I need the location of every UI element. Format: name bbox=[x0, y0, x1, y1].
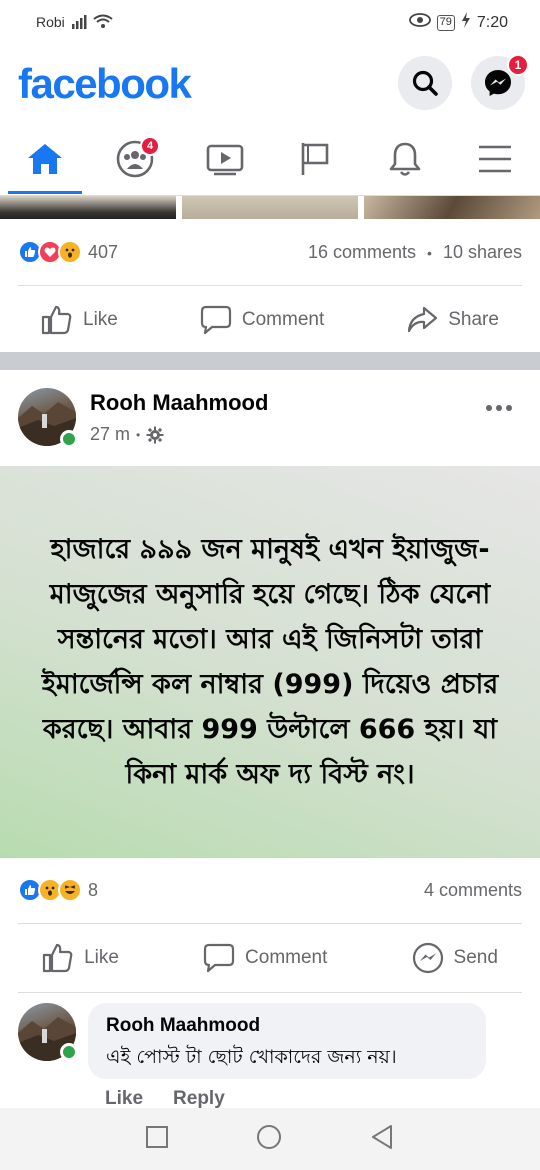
square-icon bbox=[146, 1125, 168, 1148]
search-icon bbox=[412, 70, 438, 96]
comment-text: এই পোস্ট টা ছোট খোকাদের জন্য নয়। bbox=[106, 1046, 397, 1068]
online-status-dot bbox=[60, 1043, 78, 1061]
tab-menu[interactable] bbox=[454, 124, 536, 194]
video-icon bbox=[206, 144, 244, 176]
online-status-dot bbox=[60, 430, 78, 448]
clock: 7:20 bbox=[476, 13, 508, 31]
flag-icon bbox=[301, 143, 329, 175]
post-meta: 27 m • bbox=[90, 424, 164, 445]
comment-label: Comment bbox=[245, 947, 328, 968]
system-navigation-bar bbox=[0, 1108, 540, 1170]
like-button[interactable]: Like bbox=[41, 305, 118, 335]
haha-reaction-icon bbox=[58, 878, 82, 902]
tab-pages[interactable] bbox=[274, 124, 356, 194]
comment-button[interactable]: Comment bbox=[203, 943, 327, 973]
messenger-send-icon bbox=[412, 942, 443, 974]
comment-like-button[interactable]: Like bbox=[105, 1088, 143, 1110]
app-header: facebook 1 bbox=[0, 44, 540, 124]
divider bbox=[18, 285, 522, 286]
share-label: Share bbox=[448, 309, 499, 330]
post-text-card[interactable]: হাজারে ৯৯৯ জন মানুষই এখন ইয়াজুজ-মাজুজের… bbox=[0, 466, 540, 858]
home-icon bbox=[28, 144, 62, 174]
home-button[interactable] bbox=[256, 1124, 282, 1155]
battery-indicator: 79 bbox=[436, 14, 455, 31]
share-arrow-icon bbox=[408, 306, 438, 333]
tab-notifications[interactable] bbox=[364, 124, 446, 194]
reaction-count: 407 bbox=[88, 241, 119, 262]
comment-share-summary[interactable]: 16 comments • 10 shares bbox=[308, 242, 522, 263]
circle-icon bbox=[257, 1124, 281, 1149]
carrier-label: Robi bbox=[36, 14, 65, 30]
search-button[interactable] bbox=[398, 56, 452, 110]
more-options-button[interactable] bbox=[486, 392, 512, 418]
divider bbox=[18, 923, 522, 924]
recents-button[interactable] bbox=[146, 1125, 168, 1153]
like-label: Like bbox=[84, 947, 119, 968]
comment-label: Comment bbox=[241, 309, 325, 330]
reaction-count: 8 bbox=[88, 879, 99, 900]
like-button[interactable]: Like bbox=[42, 943, 119, 973]
post-header: Rooh Maahmood 27 m • bbox=[0, 372, 540, 464]
facebook-logo[interactable]: facebook bbox=[18, 60, 192, 108]
wow-reaction-icon bbox=[58, 240, 82, 264]
comment-bubble-icon bbox=[203, 943, 235, 973]
post-text: হাজারে ৯৯৯ জন মানুষই এখন ইয়াজুজ-মাজুজের… bbox=[41, 534, 499, 790]
charging-icon bbox=[461, 12, 471, 33]
groups-badge: 4 bbox=[140, 136, 160, 156]
post-author[interactable]: Rooh Maahmood bbox=[90, 390, 268, 416]
post-actions: Like Comment Send bbox=[0, 925, 540, 991]
reaction-summary[interactable]: 8 bbox=[18, 878, 98, 902]
previous-post-images[interactable] bbox=[0, 196, 540, 219]
hamburger-menu-icon bbox=[479, 145, 511, 173]
photo-thumbnail[interactable] bbox=[0, 196, 176, 219]
ellipsis-icon bbox=[486, 405, 512, 411]
post-stats: 407 16 comments • 10 shares bbox=[18, 235, 522, 269]
eye-icon bbox=[408, 13, 431, 32]
status-bar: Robi 79 7:20 bbox=[0, 0, 540, 44]
tab-home[interactable] bbox=[4, 124, 86, 194]
separator-dot: • bbox=[427, 244, 432, 261]
reaction-summary[interactable]: 407 bbox=[18, 240, 118, 264]
tab-watch[interactable] bbox=[184, 124, 266, 194]
post-stats: 8 4 comments bbox=[18, 873, 522, 907]
separator-dot: • bbox=[136, 427, 141, 442]
thumbs-up-icon bbox=[41, 305, 72, 335]
comment-count[interactable]: 4 comments bbox=[424, 880, 522, 901]
send-button[interactable]: Send bbox=[412, 942, 498, 974]
messenger-badge: 1 bbox=[507, 54, 529, 76]
main-nav: 4 bbox=[0, 124, 540, 196]
thumbs-up-icon bbox=[42, 943, 73, 973]
send-label: Send bbox=[453, 947, 498, 968]
post-time[interactable]: 27 m bbox=[90, 424, 130, 445]
photo-thumbnail[interactable] bbox=[364, 196, 540, 219]
photo-thumbnail[interactable] bbox=[182, 196, 358, 219]
comment-button[interactable]: Comment bbox=[200, 305, 324, 335]
comment-bubble-icon bbox=[200, 305, 231, 335]
comment-reply-button[interactable]: Reply bbox=[173, 1088, 225, 1110]
comment-bubble[interactable]: Rooh Maahmood এই পোস্ট টা ছোট খোকাদের জন… bbox=[88, 1003, 486, 1079]
messenger-icon bbox=[485, 70, 511, 96]
comment-author[interactable]: Rooh Maahmood bbox=[106, 1015, 468, 1037]
comment-actions: Like Reply bbox=[105, 1088, 225, 1110]
share-count[interactable]: 10 shares bbox=[443, 242, 522, 262]
comment-count[interactable]: 16 comments bbox=[308, 242, 416, 262]
like-label: Like bbox=[83, 309, 118, 330]
back-triangle-icon bbox=[372, 1124, 392, 1149]
tab-groups[interactable]: 4 bbox=[94, 124, 176, 194]
divider bbox=[18, 992, 522, 993]
messenger-button[interactable]: 1 bbox=[471, 54, 529, 110]
feed-separator bbox=[0, 352, 540, 370]
gear-privacy-icon bbox=[146, 426, 164, 443]
signal-wifi-icon bbox=[72, 13, 116, 34]
back-button[interactable] bbox=[370, 1124, 394, 1155]
post-actions: Like Comment Share bbox=[0, 287, 540, 353]
bell-icon bbox=[389, 142, 421, 176]
share-button[interactable]: Share bbox=[406, 305, 499, 335]
